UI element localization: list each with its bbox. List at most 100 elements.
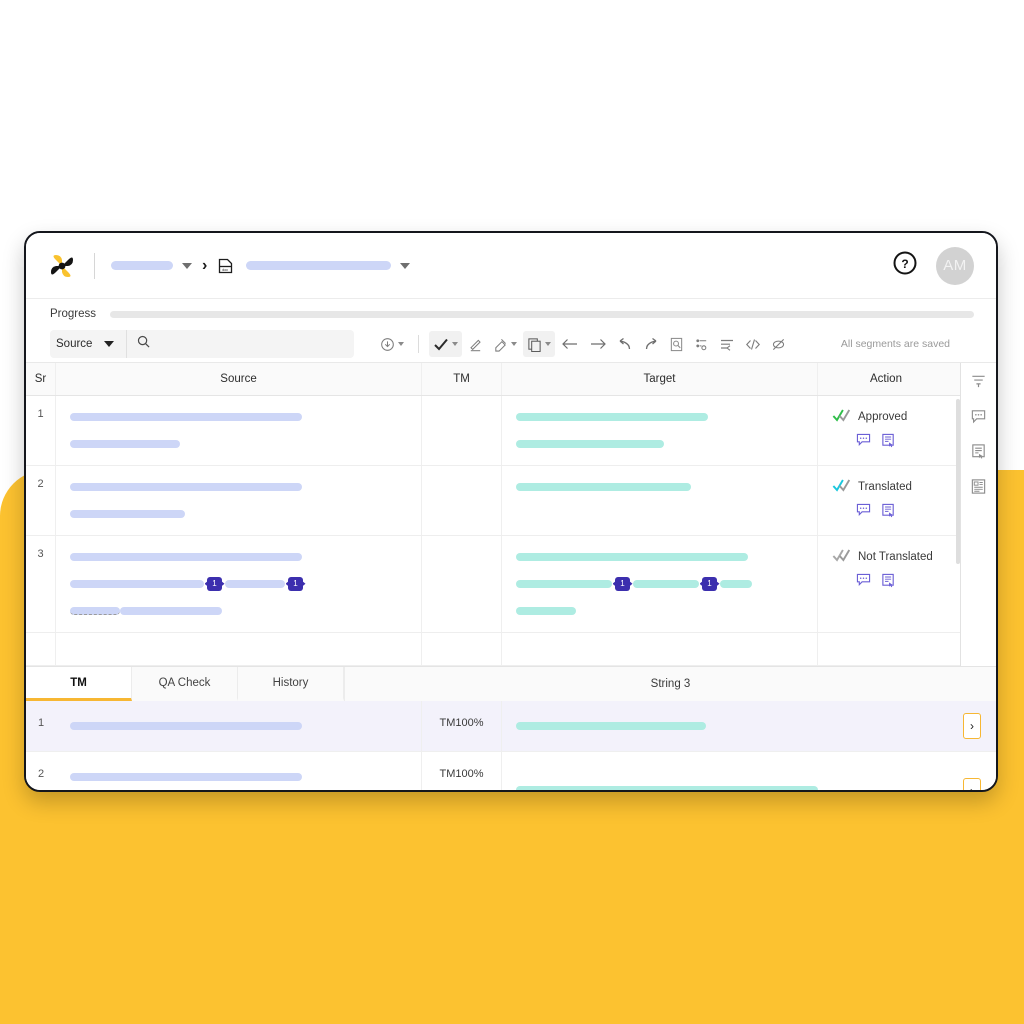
notes-icon[interactable] — [881, 503, 896, 523]
save-status: All segments are saved — [840, 338, 950, 350]
target-cell[interactable] — [502, 396, 818, 465]
scope-select-value: Source — [56, 338, 93, 350]
concordance-icon[interactable] — [690, 331, 713, 357]
breadcrumb-project[interactable] — [111, 261, 173, 270]
row-number: 3 — [26, 536, 56, 632]
edit-pen-icon[interactable] — [464, 331, 487, 357]
copy-source-icon[interactable] — [523, 331, 556, 357]
status-badge: Not Translated — [832, 548, 940, 566]
row-number: 2 — [26, 466, 56, 535]
help-circle-icon[interactable]: ? — [892, 250, 918, 281]
double-check-untranslated-icon — [832, 548, 852, 566]
editor-toolbar: Source All segments are saved — [26, 326, 996, 362]
panel-tabs: TM QA Check History String 3 — [26, 667, 996, 701]
table-row[interactable]: 1 Approved — [26, 396, 960, 466]
spellcheck-icon[interactable] — [665, 331, 688, 357]
arrow-left-icon[interactable] — [557, 331, 583, 357]
empty-target — [502, 633, 818, 665]
tab-tm[interactable]: TM — [26, 667, 132, 701]
confirm-check-icon[interactable] — [429, 331, 463, 357]
inline-tag[interactable]: 1 — [615, 576, 630, 591]
grid-body: 1 Approved 2 Translated 3 1 1 1 1 Not Tr… — [26, 396, 960, 633]
undo-icon[interactable] — [613, 331, 637, 357]
term-base-icon[interactable] — [970, 478, 987, 500]
empty-tm — [422, 633, 502, 665]
source-cell[interactable] — [56, 466, 422, 535]
content-line — [516, 435, 803, 453]
text-placeholder-bar — [720, 579, 752, 588]
notes-icon[interactable] — [881, 433, 896, 453]
list-item[interactable]: 1 TM100% › — [26, 701, 996, 752]
text-placeholder-bar — [516, 579, 612, 588]
search-box[interactable] — [126, 330, 355, 358]
header-actions: ? AM — [892, 246, 974, 285]
breadcrumb-file[interactable] — [246, 261, 392, 270]
scope-select[interactable]: Source — [50, 330, 127, 358]
breadcrumb-project-caret-icon[interactable] — [182, 262, 192, 269]
avatar[interactable]: AM — [936, 246, 974, 285]
tm-source-cell — [56, 752, 422, 790]
column-header-tm: TM — [422, 363, 502, 395]
content-line — [516, 478, 803, 496]
hide-tags-icon[interactable] — [767, 331, 790, 357]
table-row[interactable]: 2 Translated — [26, 466, 960, 536]
pinwheel-logo-icon[interactable] — [46, 250, 78, 282]
code-view-icon[interactable] — [741, 331, 765, 357]
svg-text:?: ? — [901, 257, 908, 271]
column-header-source: Source — [56, 363, 422, 395]
source-cell[interactable]: 11 — [56, 536, 422, 632]
tab-history[interactable]: History — [238, 667, 344, 701]
tm-target-cell — [502, 752, 948, 790]
caret-down-icon — [511, 342, 518, 346]
align-text-icon[interactable] — [715, 331, 739, 357]
list-item[interactable]: 2 TM100% › — [26, 752, 996, 790]
segment-notes-icon[interactable] — [970, 443, 987, 465]
content-line: 11 — [70, 575, 407, 593]
status-label: Translated — [858, 481, 912, 493]
segment-grid: Sr Source TM Target Action 1 Approved 2 — [26, 363, 960, 666]
row-actions — [832, 433, 940, 453]
column-header-action: Action — [870, 373, 902, 385]
right-rail — [956, 363, 996, 666]
breadcrumb-file-caret-icon[interactable] — [400, 262, 411, 269]
progress-label: Progress — [50, 308, 97, 320]
avatar-initials: AM — [943, 257, 967, 274]
text-placeholder-bar — [70, 606, 120, 615]
source-cell[interactable] — [56, 396, 422, 465]
inline-tag[interactable]: 1 — [702, 576, 717, 591]
panel-body: 1 TM100% › 2 TM100% › — [26, 701, 996, 790]
inline-tag[interactable]: 1 — [288, 576, 303, 591]
table-row[interactable]: 3 11 11 Not Translated — [26, 536, 960, 633]
empty-source — [56, 633, 422, 665]
target-cell[interactable] — [502, 466, 818, 535]
tm-source-cell — [56, 701, 422, 751]
content-line — [516, 548, 803, 566]
status-badge: Translated — [832, 478, 940, 496]
notes-icon[interactable] — [881, 573, 896, 593]
insert-target-icon[interactable] — [376, 331, 408, 357]
grid-scrollbar[interactable] — [956, 399, 960, 564]
toolbar-icon-group — [376, 331, 790, 357]
search-input[interactable] — [158, 338, 345, 350]
status-label: Approved — [858, 411, 908, 423]
svg-text:doc: doc — [223, 268, 229, 272]
comment-icon[interactable] — [856, 503, 871, 523]
filter-icon[interactable] — [970, 373, 987, 395]
chevron-right-icon[interactable]: › — [963, 777, 981, 790]
bottom-panel: TM QA Check History String 3 1 TM100% › 2 T… — [26, 666, 996, 790]
eraser-icon[interactable] — [489, 331, 521, 357]
comment-icon[interactable] — [856, 433, 871, 453]
action-cell: Approved — [818, 396, 954, 465]
tab-qa-check[interactable]: QA Check — [132, 667, 238, 701]
comment-bubble-icon[interactable] — [970, 408, 987, 430]
caret-down-icon — [398, 342, 405, 346]
progress-bar — [110, 310, 974, 318]
inline-tag[interactable]: 1 — [207, 576, 222, 591]
content-line — [70, 768, 407, 786]
comment-icon[interactable] — [856, 573, 871, 593]
app-header: › doc ? AM — [26, 233, 996, 299]
chevron-right-icon[interactable]: › — [963, 713, 981, 739]
arrow-right-icon[interactable] — [585, 331, 611, 357]
target-cell[interactable]: 11 — [502, 536, 818, 632]
redo-icon[interactable] — [639, 331, 663, 357]
